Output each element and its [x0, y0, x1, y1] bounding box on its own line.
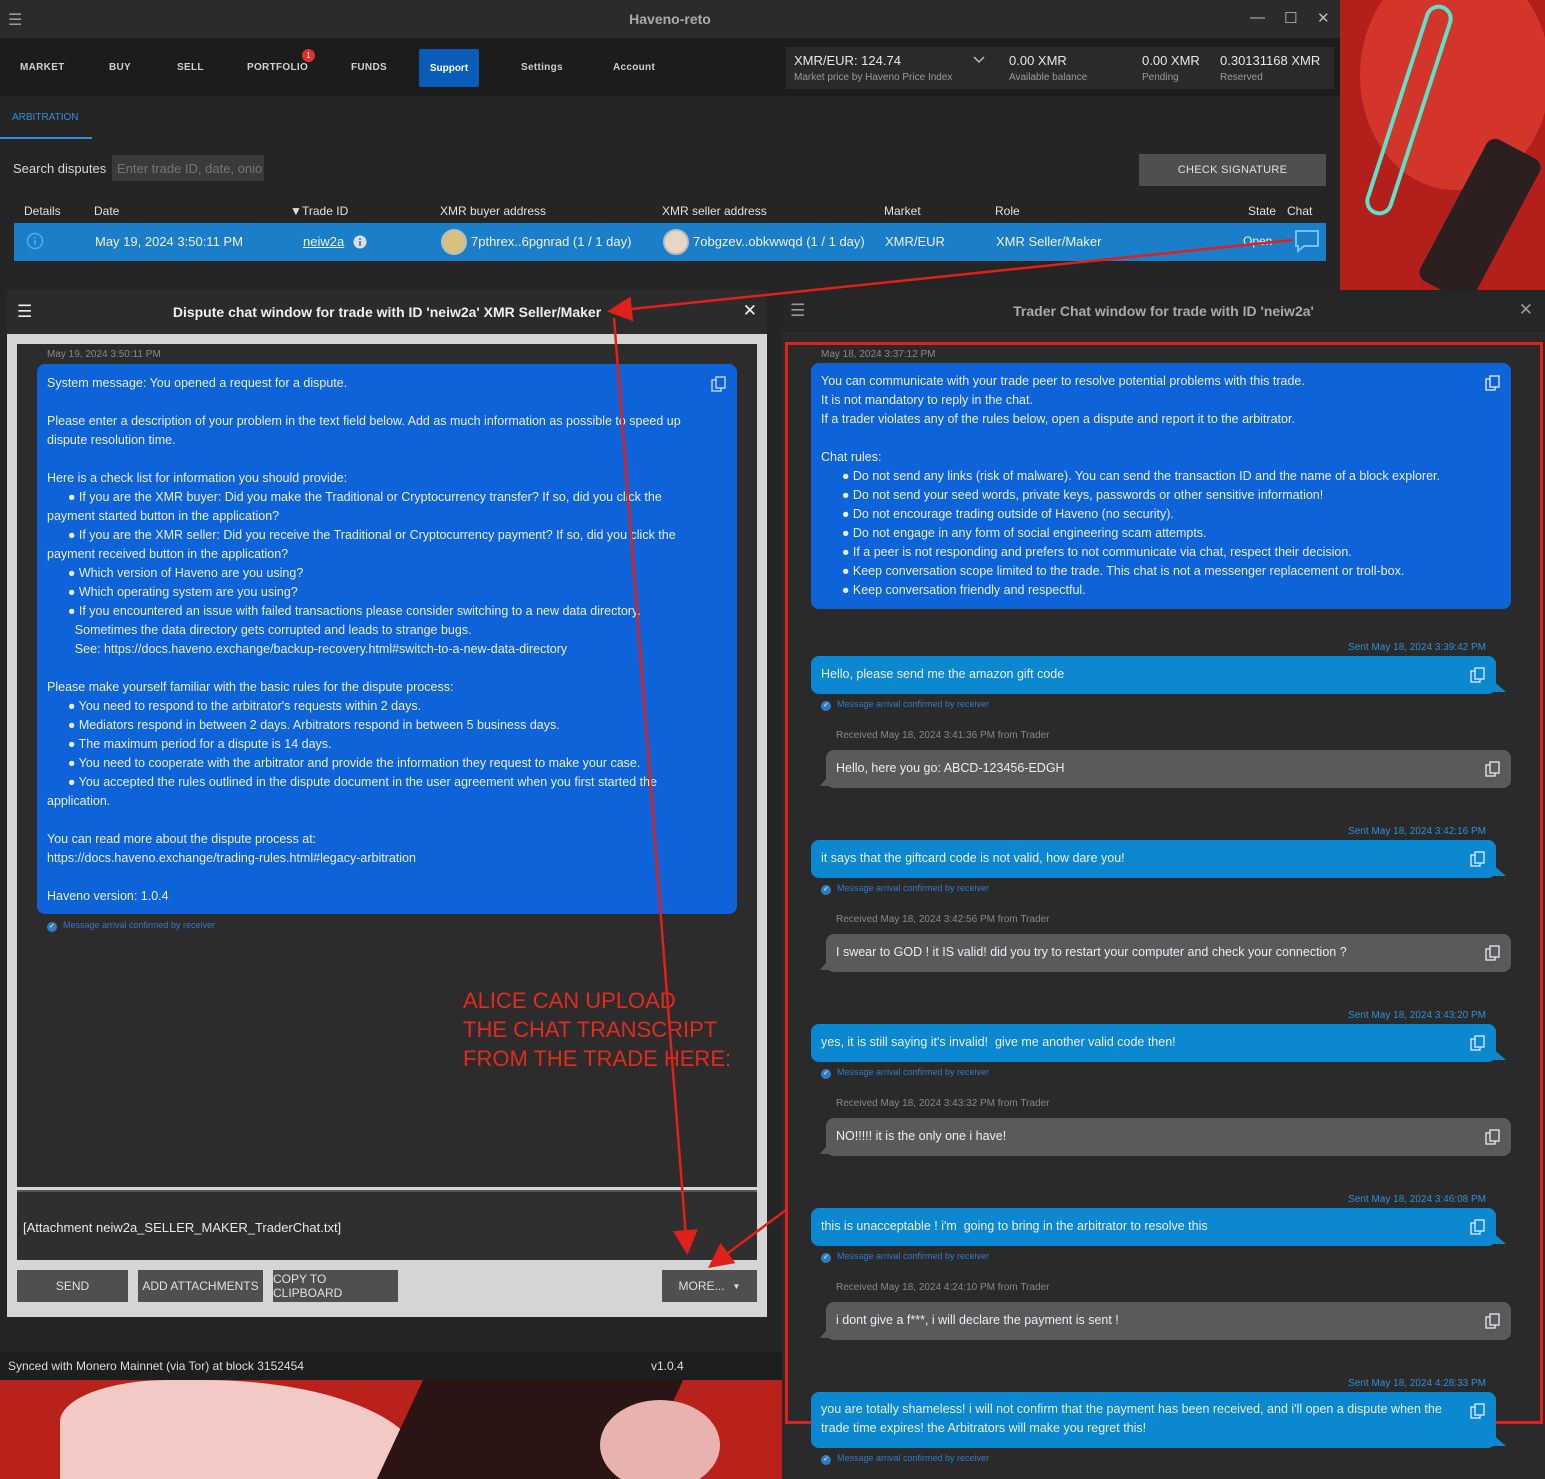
message-text: I swear to GOD ! it IS valid! did you tr…	[836, 945, 1347, 959]
bubble-tail	[1492, 680, 1506, 692]
message-text: it says that the giftcard code is not va…	[821, 851, 1125, 865]
delivery-confirmation: ✓ Message arrival confirmed by receiver	[821, 883, 989, 895]
message-timestamp: May 18, 2024 3:37:12 PM	[821, 349, 936, 360]
message-text: yes, it is still saying it's invalid! gi…	[821, 1035, 1176, 1049]
arrow-title-to-more	[612, 317, 698, 1255]
delivery-confirmation: ✓ Message arrival confirmed by receiver	[821, 1251, 989, 1263]
message-timestamp: Received May 18, 2024 3:43:32 PM from Tr…	[836, 1098, 1050, 1109]
message-timestamp: Received May 18, 2024 4:24:10 PM from Tr…	[836, 1282, 1050, 1293]
sent-message-bubble: you are totally shameless! i will not co…	[811, 1392, 1496, 1448]
message-timestamp: Sent May 18, 2024 3:39:42 PM	[1348, 642, 1486, 653]
sent-message-bubble: Hello, please send me the amazon gift co…	[811, 656, 1496, 694]
message-timestamp: Sent May 18, 2024 3:43:20 PM	[1348, 1010, 1486, 1021]
copy-icon[interactable]	[1485, 1129, 1501, 1145]
copy-icon[interactable]	[1485, 945, 1501, 961]
check-icon: ✓	[821, 1069, 831, 1079]
check-icon: ✓	[821, 701, 831, 711]
system-message-text: You can communicate with your trade peer…	[821, 374, 1440, 597]
system-message-bubble: You can communicate with your trade peer…	[811, 363, 1511, 609]
sent-message-bubble: yes, it is still saying it's invalid! gi…	[811, 1024, 1496, 1062]
received-message-bubble: I swear to GOD ! it IS valid! did you tr…	[826, 934, 1511, 972]
copy-icon[interactable]	[1485, 1313, 1501, 1329]
bubble-tail	[820, 774, 830, 786]
annotation-arrows	[607, 238, 1294, 1268]
message-text: Hello, please send me the amazon gift co…	[821, 667, 1065, 681]
message-timestamp: Sent May 18, 2024 3:42:16 PM	[1348, 826, 1486, 837]
bubble-tail	[1492, 1048, 1506, 1060]
delivery-confirmation: ✓ Message arrival confirmed by receiver	[821, 699, 989, 711]
copy-icon[interactable]	[1470, 1035, 1486, 1051]
received-message-bubble: i dont give a f***, i will declare the p…	[826, 1302, 1511, 1340]
copy-icon[interactable]	[1485, 761, 1501, 777]
sent-message-bubble: it says that the giftcard code is not va…	[811, 840, 1496, 878]
check-icon: ✓	[821, 1253, 831, 1263]
message-text: i dont give a f***, i will declare the p…	[836, 1313, 1119, 1327]
bubble-tail	[820, 1326, 830, 1338]
copy-icon[interactable]	[1470, 1403, 1486, 1419]
delivery-confirmation: ✓ Message arrival confirmed by receiver	[821, 1453, 989, 1465]
delivery-confirmation: ✓ Message arrival confirmed by receiver	[821, 1067, 989, 1079]
message-text: this is unacceptable ! i'm going to brin…	[821, 1219, 1208, 1233]
bubble-tail	[820, 1142, 830, 1154]
message-text: NO!!!!! it is the only one i have!	[836, 1129, 1007, 1143]
check-icon: ✓	[821, 885, 831, 895]
bubble-tail	[1492, 1434, 1506, 1446]
message-text: Hello, here you go: ABCD-123456-EDGH	[836, 761, 1065, 775]
desktop: ☰ Haveno-reto — ☐ ✕ MARKET BUY SELL PORT…	[0, 0, 1545, 1479]
copy-icon[interactable]	[1470, 667, 1486, 683]
copy-icon[interactable]	[1470, 851, 1486, 867]
arrow-chat-to-dispute	[607, 238, 1294, 322]
message-text: you are totally shameless! i will not co…	[821, 1402, 1446, 1435]
bubble-tail	[820, 958, 830, 970]
bubble-tail	[1492, 1232, 1506, 1244]
check-icon: ✓	[821, 1455, 831, 1465]
bubble-tail	[1492, 864, 1506, 876]
message-timestamp: Received May 18, 2024 3:41:36 PM from Tr…	[836, 730, 1050, 741]
arrow-trader-to-more	[707, 1208, 787, 1268]
message-timestamp: Sent May 18, 2024 4:28:33 PM	[1348, 1378, 1486, 1389]
copy-icon[interactable]	[1485, 375, 1501, 391]
message-timestamp: Sent May 18, 2024 3:46:08 PM	[1348, 1194, 1486, 1205]
message-timestamp: Received May 18, 2024 3:42:56 PM from Tr…	[836, 914, 1050, 925]
received-message-bubble: Hello, here you go: ABCD-123456-EDGH	[826, 750, 1511, 788]
received-message-bubble: NO!!!!! it is the only one i have!	[826, 1118, 1511, 1156]
sent-message-bubble: this is unacceptable ! i'm going to brin…	[811, 1208, 1496, 1246]
copy-icon[interactable]	[1470, 1219, 1486, 1235]
